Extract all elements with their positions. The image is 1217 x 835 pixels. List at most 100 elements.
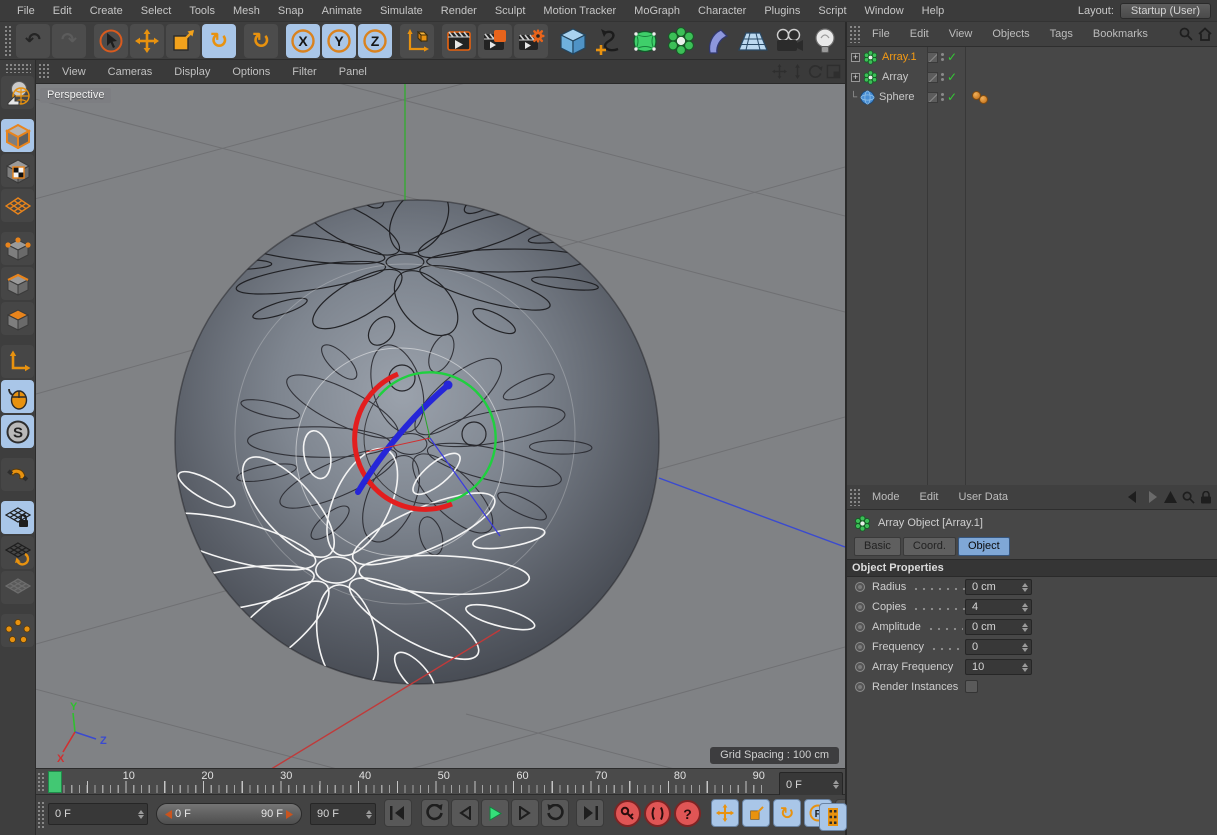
object-manager-menu-item[interactable]: File — [862, 28, 900, 40]
keyframe-radio[interactable] — [855, 642, 865, 652]
amplitude-input[interactable]: 0 cm — [965, 619, 1032, 635]
ruler-frame-field[interactable]: 0 F — [779, 772, 843, 797]
spinner-arrows[interactable] — [833, 780, 839, 789]
viewport-menu-item[interactable]: Display — [163, 66, 221, 78]
expand-icon[interactable]: + — [851, 52, 860, 62]
rotate-tool-button[interactable]: ↻ — [202, 23, 236, 58]
add-cube-button[interactable] — [556, 24, 590, 58]
object-name[interactable]: Array.1 — [882, 51, 917, 63]
last-tool-button[interactable]: ↻ — [244, 23, 278, 58]
tab-coord[interactable]: Coord. — [902, 537, 956, 556]
goto-start-button[interactable] — [384, 799, 412, 827]
mode-toolbar-grip[interactable] — [4, 63, 31, 73]
previous-frame-button[interactable] — [451, 799, 479, 827]
viewport-menu-item[interactable]: Filter — [281, 66, 327, 78]
phong-tag-icon[interactable] — [972, 90, 988, 104]
mograph-button[interactable] — [664, 24, 698, 58]
render-view-button[interactable] — [442, 23, 476, 58]
spline-dots-button[interactable] — [1, 614, 34, 647]
viewport-menu-item[interactable]: Panel — [328, 66, 378, 78]
keyframe-selection-button[interactable] — [644, 800, 671, 827]
object-manager-menu-item[interactable]: Edit — [900, 28, 939, 40]
attribute-menu-item[interactable]: User Data — [949, 491, 1019, 503]
spinner-arrows[interactable] — [1022, 662, 1028, 672]
scale-tool-button[interactable] — [166, 23, 200, 58]
object-manager-menu-item[interactable]: Objects — [982, 28, 1039, 40]
attribute-manager-grip[interactable] — [849, 488, 860, 506]
orbit-view-icon[interactable] — [808, 64, 823, 79]
playhead[interactable] — [48, 771, 62, 793]
workplane-mode-button[interactable] — [1, 189, 34, 222]
object-row-array[interactable]: + Array ✓ — [847, 67, 1217, 87]
floor-button[interactable] — [736, 24, 770, 58]
camera-button[interactable] — [772, 24, 806, 58]
deformer-button[interactable] — [700, 24, 734, 58]
object-manager-grip[interactable] — [849, 25, 860, 43]
viewport-menu-item[interactable]: View — [51, 66, 97, 78]
key-position-button[interactable] — [711, 799, 739, 827]
search-icon[interactable] — [1179, 27, 1193, 41]
autokey-timeline-button[interactable] — [819, 803, 847, 831]
key-rotation-button[interactable]: ↻ — [773, 799, 801, 827]
attribute-menu-item[interactable]: Mode — [862, 491, 910, 503]
render-instances-checkbox[interactable] — [965, 680, 978, 693]
attribute-menu-item[interactable]: Edit — [910, 491, 949, 503]
menubar-item[interactable]: Window — [856, 5, 913, 17]
history-back-icon[interactable] — [1126, 491, 1140, 503]
model-mode-button[interactable] — [1, 119, 34, 152]
range-right-arrow-icon[interactable] — [286, 809, 293, 819]
goto-end-button[interactable] — [576, 799, 604, 827]
lock-icon[interactable] — [1200, 490, 1212, 504]
redo-button[interactable]: ↷ — [52, 23, 86, 58]
keyframe-radio[interactable] — [855, 602, 865, 612]
object-manager-menu-item[interactable]: Bookmarks — [1083, 28, 1158, 40]
undo-button[interactable]: ↶ — [16, 23, 50, 58]
viewport[interactable]: Perspective Grid Spacing : 100 cm Y Z X — [36, 84, 845, 768]
menubar-item[interactable]: Script — [809, 5, 855, 17]
interactive-workplane-button[interactable] — [1, 571, 34, 604]
home-icon[interactable] — [1198, 27, 1212, 41]
enable-snap-button[interactable] — [1, 458, 34, 491]
visibility-dots[interactable] — [941, 93, 944, 101]
visibility-dots[interactable] — [941, 53, 944, 61]
menubar-item[interactable]: Character — [689, 5, 755, 17]
next-frame-button[interactable] — [511, 799, 539, 827]
viewport-solo-button[interactable] — [1, 380, 34, 413]
editor-visibility-toggle[interactable] — [927, 51, 938, 63]
object-row-sphere[interactable]: └ Sphere ✓ — [847, 87, 1217, 107]
keyframe-radio[interactable] — [855, 682, 865, 692]
points-mode-button[interactable] — [1, 232, 34, 265]
spinner-arrows[interactable] — [1022, 642, 1028, 652]
tab-basic[interactable]: Basic — [854, 537, 901, 556]
object-manager-menu-item[interactable]: Tags — [1040, 28, 1083, 40]
subdivision-surface-button[interactable] — [628, 24, 662, 58]
menubar-item[interactable]: File — [8, 5, 44, 17]
edges-mode-button[interactable] — [1, 267, 34, 300]
current-frame-field[interactable]: 0 F — [48, 803, 148, 825]
menubar-item[interactable]: MoGraph — [625, 5, 689, 17]
viewport-menu-item[interactable]: Options — [221, 66, 281, 78]
menubar-item[interactable]: Snap — [269, 5, 313, 17]
enable-axis-button[interactable] — [1, 345, 34, 378]
layout-select[interactable]: Startup (User) — [1119, 2, 1211, 19]
menubar-item[interactable]: Animate — [313, 5, 371, 17]
editor-visibility-toggle[interactable] — [927, 91, 938, 103]
next-key-button[interactable] — [541, 799, 569, 827]
range-left-arrow-icon[interactable] — [165, 809, 172, 819]
previous-key-button[interactable] — [421, 799, 449, 827]
enabled-check-icon[interactable]: ✓ — [947, 50, 957, 64]
spinner-arrows[interactable] — [1022, 602, 1028, 612]
lock-x-button[interactable]: X — [286, 23, 320, 58]
history-forward-icon[interactable] — [1145, 491, 1159, 503]
menubar-item[interactable]: Help — [913, 5, 954, 17]
texture-mode-button[interactable] — [1, 154, 34, 187]
move-tool-button[interactable] — [130, 23, 164, 58]
up-level-icon[interactable] — [1164, 491, 1177, 503]
camera-label[interactable]: Perspective — [40, 88, 112, 103]
lock-y-button[interactable]: Y — [322, 23, 356, 58]
object-manager-menu-item[interactable]: View — [939, 28, 983, 40]
lock-workplane-button[interactable] — [1, 501, 34, 534]
menubar-item[interactable]: Edit — [44, 5, 81, 17]
keyframe-radio[interactable] — [855, 622, 865, 632]
spline-pen-button[interactable] — [592, 24, 626, 58]
